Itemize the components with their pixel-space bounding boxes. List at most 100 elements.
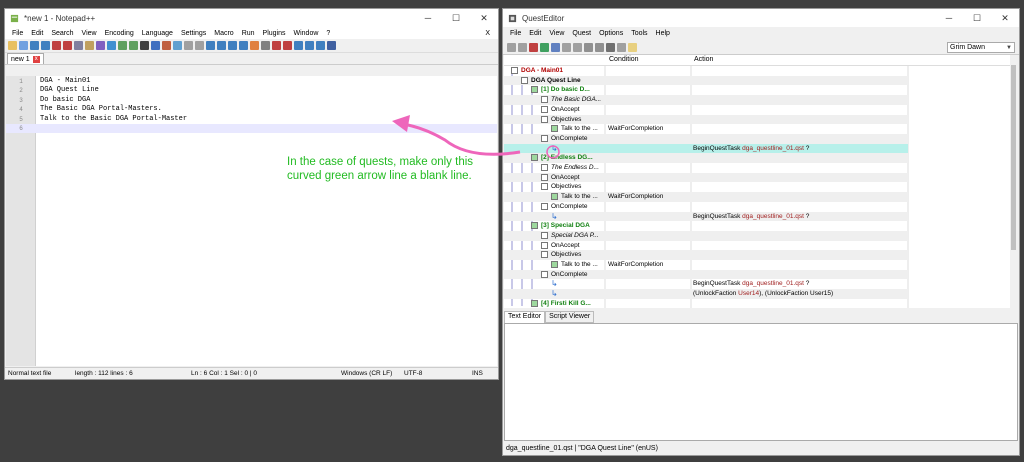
tree-row[interactable]: [3] Special DGA bbox=[504, 221, 908, 231]
npp-toolbar-button-icon[interactable] bbox=[283, 41, 292, 50]
npp-toolbar-button-icon[interactable] bbox=[151, 41, 160, 50]
qe-toolbar-button-icon[interactable] bbox=[562, 42, 571, 52]
tree-row[interactable]: Objectives bbox=[504, 114, 908, 125]
npp-toolbar-button-icon[interactable] bbox=[30, 41, 39, 50]
npp-toolbar-button-icon[interactable] bbox=[107, 41, 116, 50]
qe-toolbar-button-icon[interactable] bbox=[606, 42, 615, 52]
npp-toolbar-button-icon[interactable] bbox=[140, 41, 149, 50]
qe-toolbar-button-icon[interactable] bbox=[584, 42, 593, 52]
tree-row[interactable]: The Basic DGA... bbox=[504, 95, 908, 105]
tree-row[interactable]: ↳ BeginQuestTask dga_questline_01.qst ? bbox=[504, 211, 908, 222]
npp-doc-close[interactable]: X bbox=[481, 30, 494, 37]
code-line[interactable]: 1 DGA - Main01 bbox=[6, 77, 497, 86]
qe-menu-edit[interactable]: Edit bbox=[525, 30, 545, 37]
tree-row[interactable]: Talk to the ... WaitForCompletion bbox=[504, 192, 908, 202]
qe-toolbar-button-icon[interactable] bbox=[595, 42, 604, 52]
qe-toolbar-button-icon[interactable] bbox=[540, 42, 549, 52]
tree-row[interactable]: OnAccept bbox=[504, 241, 908, 251]
qe-toolbar-button-icon[interactable] bbox=[529, 42, 538, 52]
npp-menu-window[interactable]: Window bbox=[290, 30, 323, 37]
npp-toolbar-button-icon[interactable] bbox=[294, 41, 303, 50]
code-line[interactable]: 6 bbox=[6, 123, 497, 134]
npp-toolbar-button-icon[interactable] bbox=[74, 41, 83, 50]
code-line[interactable]: 4 The Basic DGA Portal-Masters. bbox=[6, 105, 497, 114]
maximize-icon[interactable]: ☐ bbox=[963, 9, 991, 27]
npp-menu-file[interactable]: File bbox=[8, 30, 27, 37]
tree-row[interactable]: [2] Endless DG... bbox=[504, 153, 908, 163]
npp-toolbar-button-icon[interactable] bbox=[228, 41, 237, 50]
tree-row[interactable]: Objectives bbox=[504, 182, 908, 192]
npp-toolbar-button-icon[interactable] bbox=[85, 41, 94, 50]
qe-toolbar-button-icon[interactable] bbox=[551, 42, 560, 52]
npp-toolbar-button-icon[interactable] bbox=[316, 41, 325, 50]
qe-toolbar-button-icon[interactable] bbox=[518, 42, 527, 52]
npp-toolbar-button-icon[interactable] bbox=[162, 41, 171, 50]
tree-row[interactable]: ↳ BeginQuestTask dga_questline_01.qst ? bbox=[504, 279, 908, 289]
npp-toolbar-button-icon[interactable] bbox=[52, 41, 61, 50]
text-editor-area[interactable] bbox=[504, 323, 1018, 441]
qe-menu-file[interactable]: File bbox=[506, 30, 525, 37]
code-line[interactable]: 5 Talk to the Basic DGA Portal-Master bbox=[6, 115, 497, 124]
npp-menu-edit[interactable]: Edit bbox=[27, 30, 47, 37]
npp-toolbar-button-icon[interactable] bbox=[129, 41, 138, 50]
npp-editor[interactable]: 1 DGA - Main01 2 DGA Quest Line 3 Do basic DG… bbox=[6, 76, 497, 366]
tree-row[interactable]: OnComplete bbox=[504, 202, 908, 212]
tree-row[interactable]: Talk to the ... WaitForCompletion bbox=[504, 260, 908, 270]
tree-row[interactable]: Special DGA P... bbox=[504, 230, 908, 241]
qe-menu-tools[interactable]: Tools bbox=[627, 30, 651, 37]
npp-menu-language[interactable]: Language bbox=[138, 30, 177, 37]
npp-toolbar-button-icon[interactable] bbox=[184, 41, 193, 50]
npp-toolbar-button-icon[interactable] bbox=[272, 41, 281, 50]
qe-menu-view[interactable]: View bbox=[545, 30, 568, 37]
game-select[interactable]: Grim Dawn ▼ bbox=[947, 42, 1015, 53]
tree-row[interactable]: OnComplete bbox=[504, 269, 908, 280]
close-icon[interactable]: ✕ bbox=[991, 9, 1019, 27]
tree-row[interactable]: DGA - Main01 bbox=[504, 66, 908, 76]
tree-row[interactable]: OnComplete bbox=[504, 133, 908, 144]
qe-toolbar-button-icon[interactable] bbox=[573, 42, 582, 52]
tree-row[interactable]: ↳ (UnlockFaction User14), (UnlockFaction … bbox=[504, 289, 908, 299]
tab-script-viewer[interactable]: Script Viewer bbox=[545, 311, 595, 323]
minimize-icon[interactable]: ─ bbox=[414, 9, 442, 27]
npp-menu-encoding[interactable]: Encoding bbox=[101, 30, 138, 37]
npp-menu-view[interactable]: View bbox=[78, 30, 101, 37]
qe-titlebar[interactable]: QuestEditor ─ ☐ ✕ bbox=[503, 9, 1019, 27]
npp-toolbar-button-icon[interactable] bbox=[63, 41, 72, 50]
tree-scrollbar[interactable] bbox=[1010, 55, 1017, 308]
tab-text-editor[interactable]: Text Editor bbox=[504, 311, 546, 323]
tree-row[interactable]: [4] Firsti Kill G... bbox=[504, 299, 908, 308]
tree-row[interactable]: Talk to the ... WaitForCompletion bbox=[504, 124, 908, 134]
npp-menu-settings[interactable]: Settings bbox=[177, 30, 210, 37]
npp-toolbar-button-icon[interactable] bbox=[173, 41, 182, 50]
qe-menu-help[interactable]: Help bbox=[652, 30, 674, 37]
npp-toolbar-button-icon[interactable] bbox=[19, 41, 28, 50]
qe-toolbar-button-icon[interactable] bbox=[617, 42, 626, 52]
qe-menu-options[interactable]: Options bbox=[595, 30, 627, 37]
npp-toolbar-button-icon[interactable] bbox=[8, 41, 17, 50]
qe-toolbar-button-icon[interactable] bbox=[628, 42, 637, 52]
tree-row[interactable]: ↳ BeginQuestTask dga_questline_01.qst ? bbox=[504, 143, 908, 154]
npp-toolbar-button-icon[interactable] bbox=[261, 41, 270, 50]
column-action[interactable]: Action bbox=[694, 56, 713, 63]
tree-row[interactable]: Objectives bbox=[504, 250, 908, 260]
minimize-icon[interactable]: ─ bbox=[935, 9, 963, 27]
quest-tree[interactable]: DGA - Main01 DGA Quest Line [1] Do basic D… bbox=[504, 66, 1012, 308]
npp-titlebar[interactable]: *new 1 - Notepad++ ─ ☐ ✕ bbox=[5, 9, 498, 27]
qe-toolbar-button-icon[interactable] bbox=[507, 42, 516, 52]
code-line[interactable]: 3 Do basic DGA bbox=[6, 96, 497, 105]
tab-new-1[interactable]: new 1 x bbox=[7, 53, 44, 64]
npp-toolbar-button-icon[interactable] bbox=[195, 41, 204, 50]
npp-toolbar-button-icon[interactable] bbox=[206, 41, 215, 50]
npp-menu-[interactable]: ? bbox=[322, 30, 334, 37]
npp-toolbar-button-icon[interactable] bbox=[239, 41, 248, 50]
tree-row[interactable]: The Endless D... bbox=[504, 163, 908, 173]
npp-toolbar-button-icon[interactable] bbox=[327, 41, 336, 50]
close-icon[interactable]: ✕ bbox=[470, 9, 498, 27]
npp-menu-macro[interactable]: Macro bbox=[210, 30, 237, 37]
npp-menu-search[interactable]: Search bbox=[47, 30, 77, 37]
code-line[interactable]: 2 DGA Quest Line bbox=[6, 86, 497, 95]
npp-toolbar-button-icon[interactable] bbox=[41, 41, 50, 50]
tree-row[interactable]: OnAccept bbox=[504, 105, 908, 115]
tree-row[interactable]: OnAccept bbox=[504, 172, 908, 183]
npp-toolbar-button-icon[interactable] bbox=[118, 41, 127, 50]
